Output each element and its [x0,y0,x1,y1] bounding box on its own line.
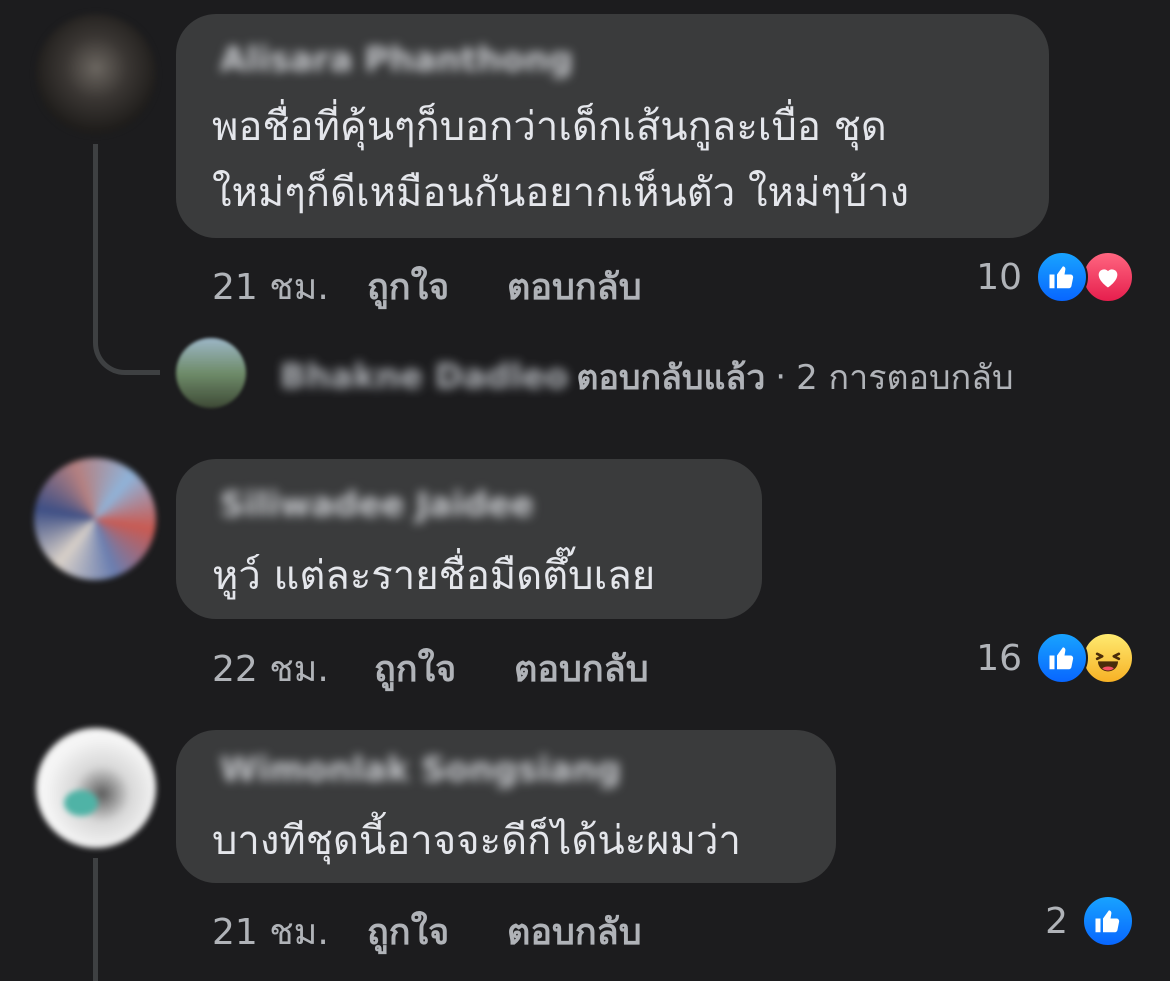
comment-bubble: Siliwadee Jaidee หูว์ แต่ละรายชื่อมืดตึ๊… [176,459,762,619]
reply-thread-connector [93,858,98,981]
comment-bubble: Alisara Phanthong พอชื่อที่คุ้นๆก็บอกว่า… [176,14,1049,238]
avatar[interactable] [36,728,156,848]
comment-text: หูว์ แต่ละรายชื่อมืดตึ๊บเลย [212,543,655,609]
like-button[interactable]: ถูกใจ [367,903,507,960]
reply-button[interactable]: ตอบกลับ [507,903,642,960]
comment-timestamp[interactable]: 21 ชม. [212,258,367,315]
comment-author[interactable]: Wimonlak Songsiang [220,750,621,790]
comment-timestamp[interactable]: 21 ชม. [212,903,367,960]
comment-author[interactable]: Alisara Phanthong [220,40,573,80]
reaction-count: 16 [976,637,1022,679]
comment-author[interactable]: Siliwadee Jaidee [220,485,534,525]
like-icon [1082,895,1134,947]
comment-bubble: Wimonlak Songsiang บางทีชุดนี้อาจจะดีก็ไ… [176,730,836,883]
comment-text-line: บางทีชุดนี้อาจจะดีก็ได้น่ะผมว่า [212,818,741,864]
separator-dot: · [775,357,787,397]
comment-actions: 21 ชม. ถูกใจ ตอบกลับ [212,258,642,315]
reply-button[interactable]: ตอบกลับ [507,258,642,315]
comment-text: พอชื่อที่คุ้นๆก็บอกว่าเด็กเส้นกูละเบื่อ … [212,94,909,226]
comment-text-line: หูว์ แต่ละรายชื่อมืดตึ๊บเลย [212,553,656,599]
reaction-count: 10 [976,256,1022,298]
love-icon [1082,251,1134,303]
comment-timestamp[interactable]: 22 ชม. [212,640,374,697]
reply-count: 2 การตอบกลับ [796,358,1014,398]
reaction-summary[interactable]: 16 [976,632,1134,684]
comment-text: บางทีชุดนี้อาจจะดีก็ได้น่ะผมว่า [212,808,741,874]
avatar[interactable] [34,458,156,580]
reaction-summary[interactable]: 10 [976,251,1134,303]
avatar[interactable] [36,14,156,134]
reply-thread-connector [93,144,160,375]
comment-actions: 21 ชม. ถูกใจ ตอบกลับ [212,903,642,960]
like-icon [1036,251,1088,303]
haha-icon [1082,632,1134,684]
reply-button[interactable]: ตอบกลับ [514,640,649,697]
like-button[interactable]: ถูกใจ [374,640,514,697]
replied-label: ตอบกลับแล้ว [576,358,766,398]
reaction-summary[interactable]: 2 [1045,895,1134,947]
comment-actions: 22 ชม. ถูกใจ ตอบกลับ [212,640,649,697]
view-replies-link[interactable]: Bhakne Dadleo ตอบกลับแล้ว · 2 การตอบกลับ [280,350,1014,404]
reply-avatar[interactable] [176,338,246,408]
comment-text-line: พอชื่อที่คุ้นๆก็บอกว่าเด็กเส้นกูละเบื่อ … [212,104,887,150]
comment-text-line: ใหม่ๆก็ดีเหมือนกันอยากเห็นตัว ใหม่ๆบ้าง [212,170,910,216]
like-button[interactable]: ถูกใจ [367,258,507,315]
reaction-count: 2 [1045,900,1068,942]
replier-name: Bhakne Dadleo [280,357,569,397]
like-icon [1036,632,1088,684]
